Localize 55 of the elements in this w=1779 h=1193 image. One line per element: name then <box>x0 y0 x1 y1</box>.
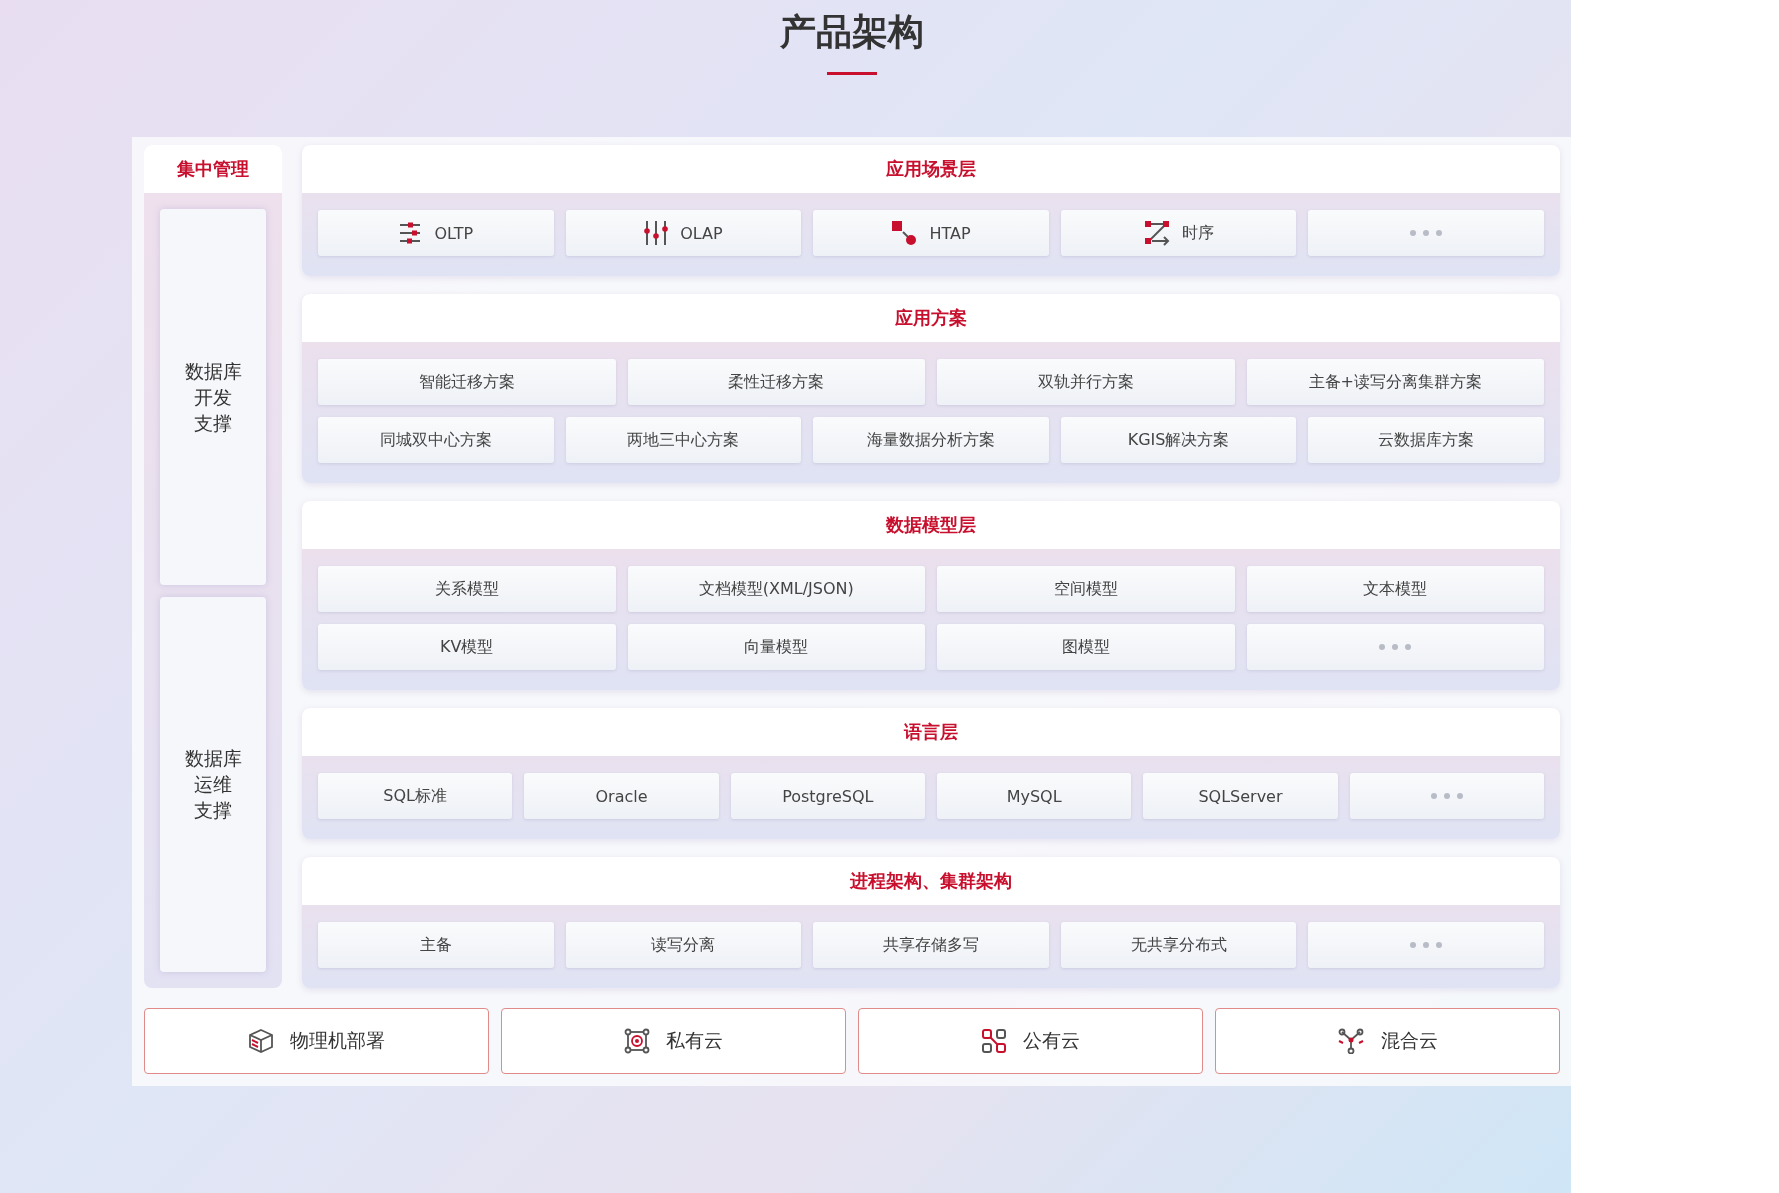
layer-title: 数据模型层 <box>302 501 1560 549</box>
page-title: 产品架构 <box>780 10 924 54</box>
item-label: 关系模型 <box>434 578 499 600</box>
layer-title: 应用场景层 <box>302 145 1560 193</box>
item-label: 柔性迁移方案 <box>728 371 825 393</box>
item-label: 两地三中心方案 <box>627 429 740 451</box>
side-block: 数据库 运维 支撑 <box>160 596 266 972</box>
layer-title: 应用方案 <box>302 294 1560 342</box>
side-block: 数据库 开发 支撑 <box>160 209 266 585</box>
item-label: 时序 <box>1181 222 1214 244</box>
nodes-icon <box>981 1028 1007 1054</box>
more-icon <box>1409 941 1444 949</box>
item-label: KV模型 <box>440 636 494 658</box>
item-label: HTAP <box>929 223 971 243</box>
item-label: 图模型 <box>1061 636 1110 658</box>
more-icon <box>1429 792 1464 800</box>
item-label: 同城双中心方案 <box>379 429 492 451</box>
sliders-icon <box>398 221 423 245</box>
deployment-label: 私有云 <box>666 1028 723 1053</box>
square-circle-icon <box>891 220 918 246</box>
deployment-label: 物理机部署 <box>290 1028 385 1053</box>
layer-title: 进程架构、集群架构 <box>302 857 1560 905</box>
item-label: OLTP <box>434 223 474 243</box>
cube-icon <box>248 1028 274 1054</box>
item-label: 海量数据分析方案 <box>867 429 995 451</box>
item-label: 读写分离 <box>651 934 716 956</box>
equalizer-icon <box>644 220 669 246</box>
title-underline <box>827 72 877 75</box>
item-label: 共享存储多写 <box>883 934 979 956</box>
target-frame-icon <box>624 1028 650 1054</box>
item-label: 云数据库方案 <box>1378 429 1475 451</box>
more-icon <box>1409 229 1444 237</box>
layer-title: 语言层 <box>302 708 1560 756</box>
item-label: OLAP <box>680 223 723 243</box>
item-label: PostgreSQL <box>782 786 874 806</box>
item-label: 智能迁移方案 <box>418 371 515 393</box>
deployment-label: 公有云 <box>1023 1028 1080 1053</box>
item-label: 文档模型(XML/JSON) <box>698 578 854 600</box>
item-label: MySQL <box>1006 786 1062 806</box>
item-label: 文本模型 <box>1363 578 1428 600</box>
item-label: 主备 <box>419 934 452 956</box>
item-label: 主备+读写分离集群方案 <box>1308 371 1482 393</box>
side-title: 集中管理 <box>144 145 282 193</box>
item-label: 双轨并行方案 <box>1037 371 1134 393</box>
item-label: SQL标准 <box>383 785 447 807</box>
flow-arrow-icon <box>1143 220 1170 246</box>
more-icon <box>1378 643 1413 651</box>
item-label: 无共享分布式 <box>1130 934 1227 956</box>
item-label: SQLServer <box>1198 786 1283 806</box>
item-label: 空间模型 <box>1053 578 1118 600</box>
item-label: KGIS解决方案 <box>1127 429 1230 451</box>
item-label: Oracle <box>595 786 648 806</box>
item-label: 向量模型 <box>744 636 809 658</box>
hub-icon <box>1337 1028 1365 1054</box>
deployment-label: 混合云 <box>1381 1028 1438 1053</box>
